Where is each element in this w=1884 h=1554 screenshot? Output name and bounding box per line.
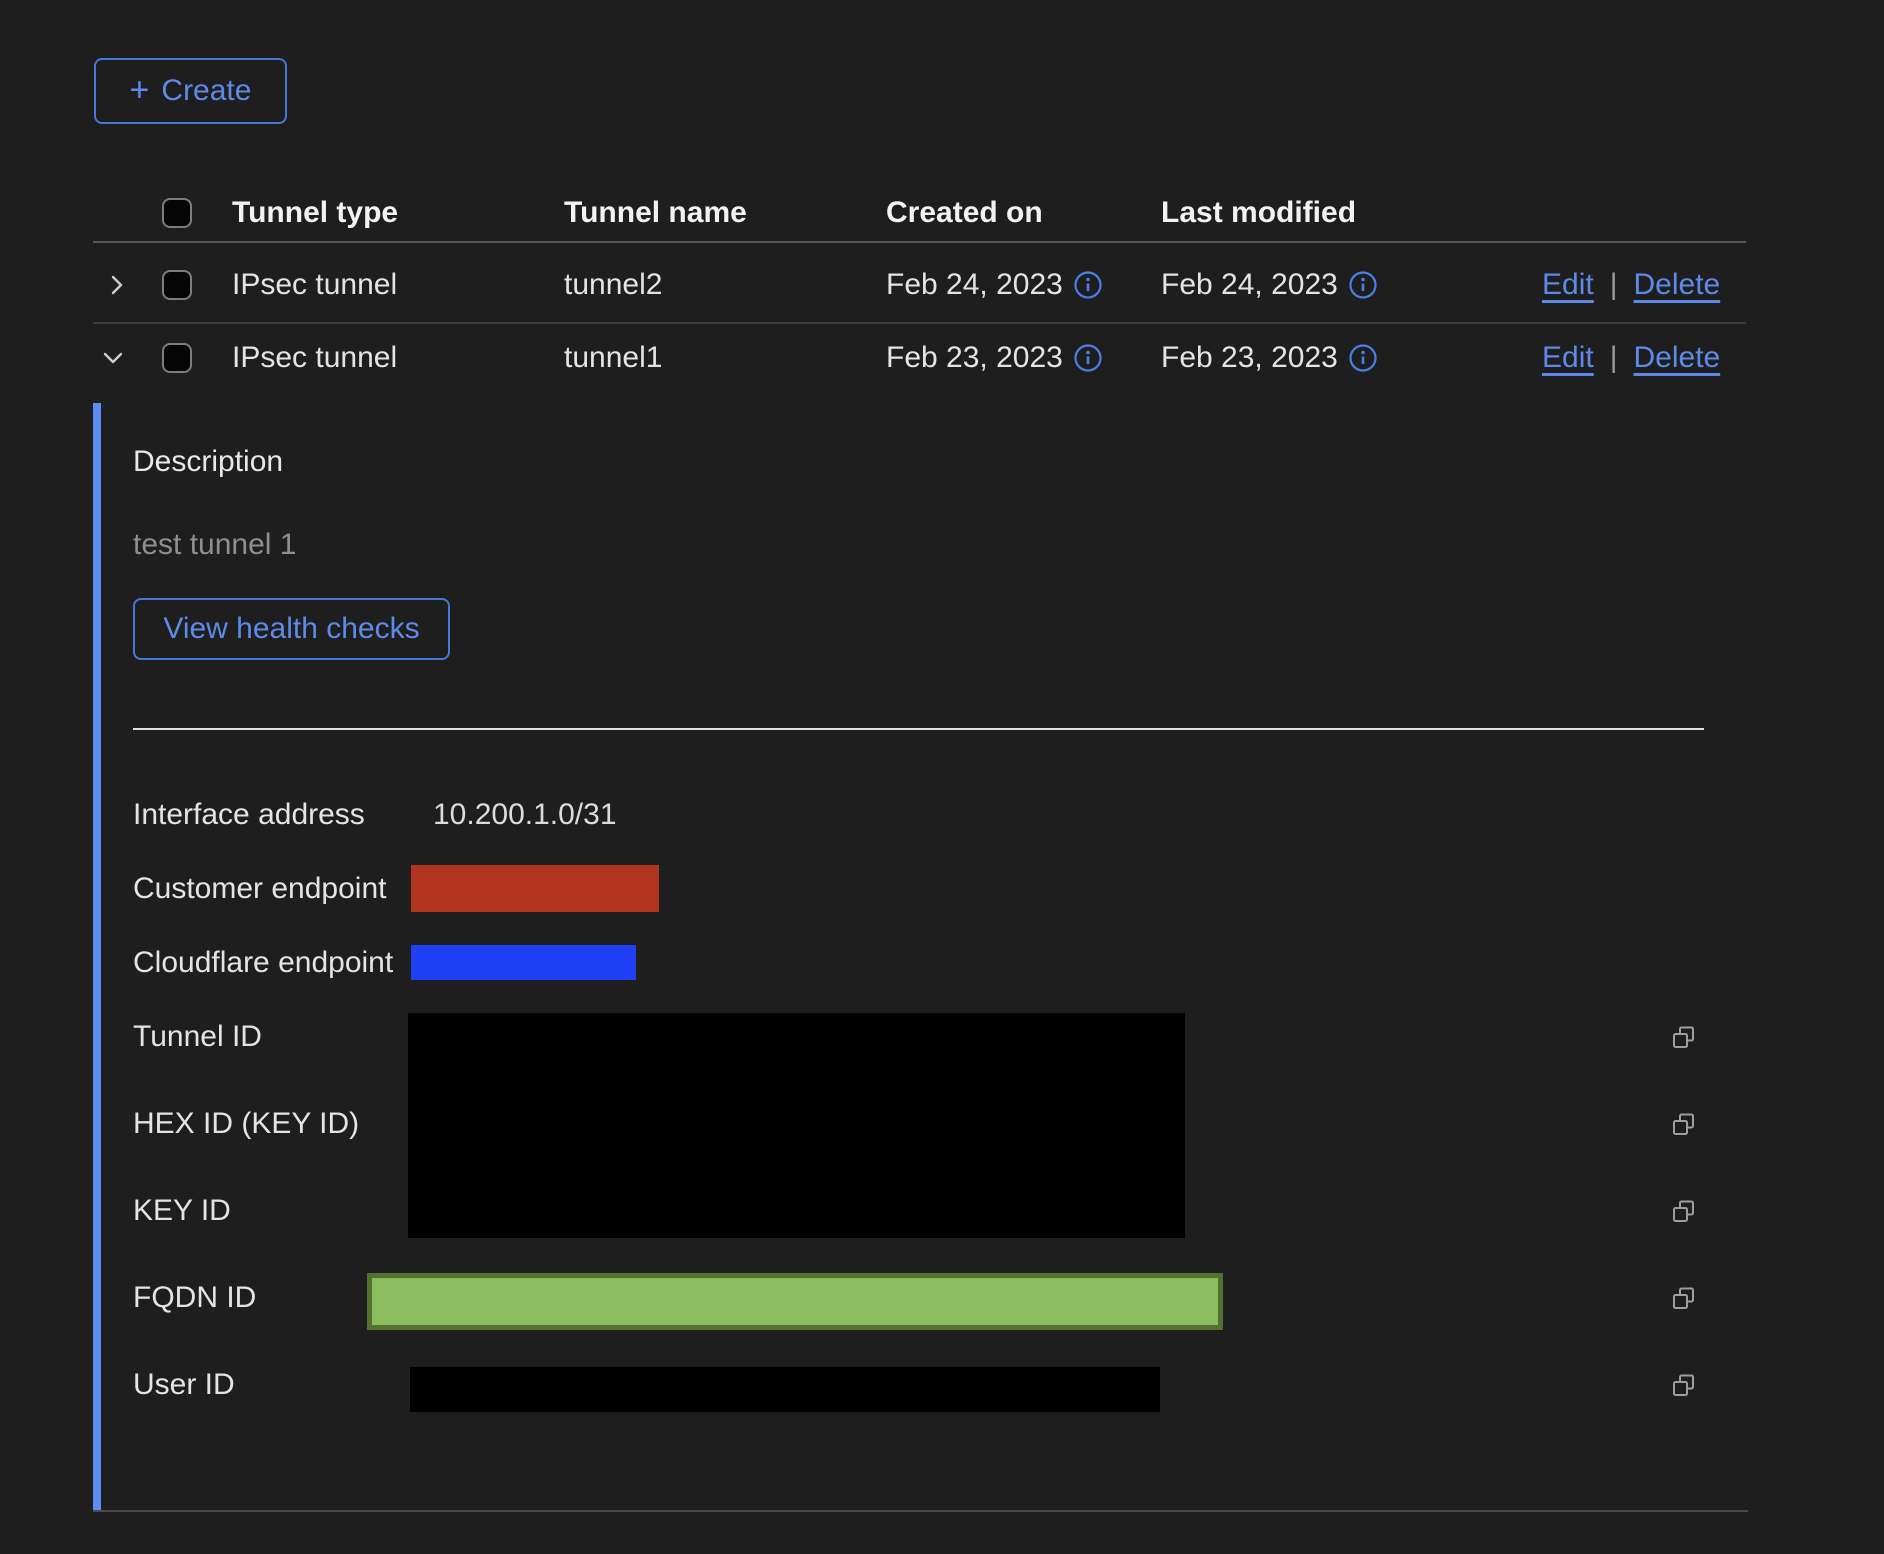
user-id-redaction — [410, 1367, 1160, 1412]
tunnel-id-label: Tunnel ID — [133, 1017, 262, 1057]
row-divider — [93, 322, 1746, 324]
column-header-last-modified: Last modified — [1161, 195, 1356, 231]
header-divider — [93, 241, 1746, 243]
copy-hex-id-icon[interactable] — [1669, 1110, 1699, 1140]
tunnel-name-cell: tunnel1 — [564, 340, 662, 376]
ids-redaction-block — [408, 1013, 1185, 1238]
tunnel-type-cell: IPsec tunnel — [232, 340, 397, 376]
last-modified-cell: Feb 23, 2023 — [1161, 340, 1338, 376]
create-button-label: Create — [161, 74, 251, 108]
column-header-tunnel-type: Tunnel type — [232, 195, 398, 231]
action-separator: | — [1610, 267, 1618, 303]
created-on-cell: Feb 23, 2023 — [886, 340, 1063, 376]
description-label: Description — [133, 446, 283, 478]
row-checkbox[interactable] — [162, 343, 192, 373]
hex-id-label: HEX ID (KEY ID) — [133, 1104, 359, 1144]
copy-user-id-icon[interactable] — [1669, 1371, 1699, 1401]
edit-link[interactable]: Edit — [1542, 340, 1594, 376]
plus-icon: + — [130, 75, 150, 105]
copy-fqdn-id-icon[interactable] — [1669, 1284, 1699, 1314]
customer-endpoint-redaction — [411, 865, 659, 912]
edit-link[interactable]: Edit — [1542, 267, 1594, 303]
create-button[interactable]: + Create — [94, 58, 287, 124]
view-health-checks-button[interactable]: View health checks — [133, 598, 450, 660]
fqdn-id-label: FQDN ID — [133, 1278, 256, 1318]
created-on-cell: Feb 24, 2023 — [886, 267, 1063, 303]
row-checkbox[interactable] — [162, 270, 192, 300]
interface-address-label: Interface address — [133, 795, 365, 835]
info-icon[interactable] — [1348, 270, 1378, 300]
delete-link[interactable]: Delete — [1634, 267, 1721, 303]
chevron-down-icon[interactable] — [100, 345, 126, 371]
column-header-tunnel-name: Tunnel name — [564, 195, 747, 231]
tunnel-type-cell: IPsec tunnel — [232, 267, 397, 303]
copy-tunnel-id-icon[interactable] — [1669, 1023, 1699, 1053]
key-id-label: KEY ID — [133, 1191, 231, 1231]
panel-bottom-divider — [93, 1510, 1748, 1512]
copy-key-id-icon[interactable] — [1669, 1197, 1699, 1227]
cloudflare-endpoint-redaction — [411, 945, 636, 980]
customer-endpoint-label: Customer endpoint — [133, 869, 386, 909]
fqdn-id-redaction — [367, 1273, 1223, 1330]
description-value: test tunnel 1 — [133, 529, 296, 561]
cloudflare-endpoint-label: Cloudflare endpoint — [133, 943, 393, 983]
column-header-created-on: Created on — [886, 195, 1043, 231]
info-icon[interactable] — [1073, 343, 1103, 373]
tunnel-name-cell: tunnel2 — [564, 267, 662, 303]
section-divider — [133, 728, 1704, 730]
user-id-label: User ID — [133, 1365, 235, 1405]
delete-link[interactable]: Delete — [1634, 340, 1721, 376]
info-icon[interactable] — [1348, 343, 1378, 373]
select-all-checkbox[interactable] — [162, 198, 192, 228]
action-separator: | — [1610, 340, 1618, 376]
last-modified-cell: Feb 24, 2023 — [1161, 267, 1338, 303]
chevron-right-icon[interactable] — [104, 272, 130, 298]
interface-address-value: 10.200.1.0/31 — [433, 795, 617, 835]
info-icon[interactable] — [1073, 270, 1103, 300]
expanded-indicator-bar — [93, 403, 101, 1512]
